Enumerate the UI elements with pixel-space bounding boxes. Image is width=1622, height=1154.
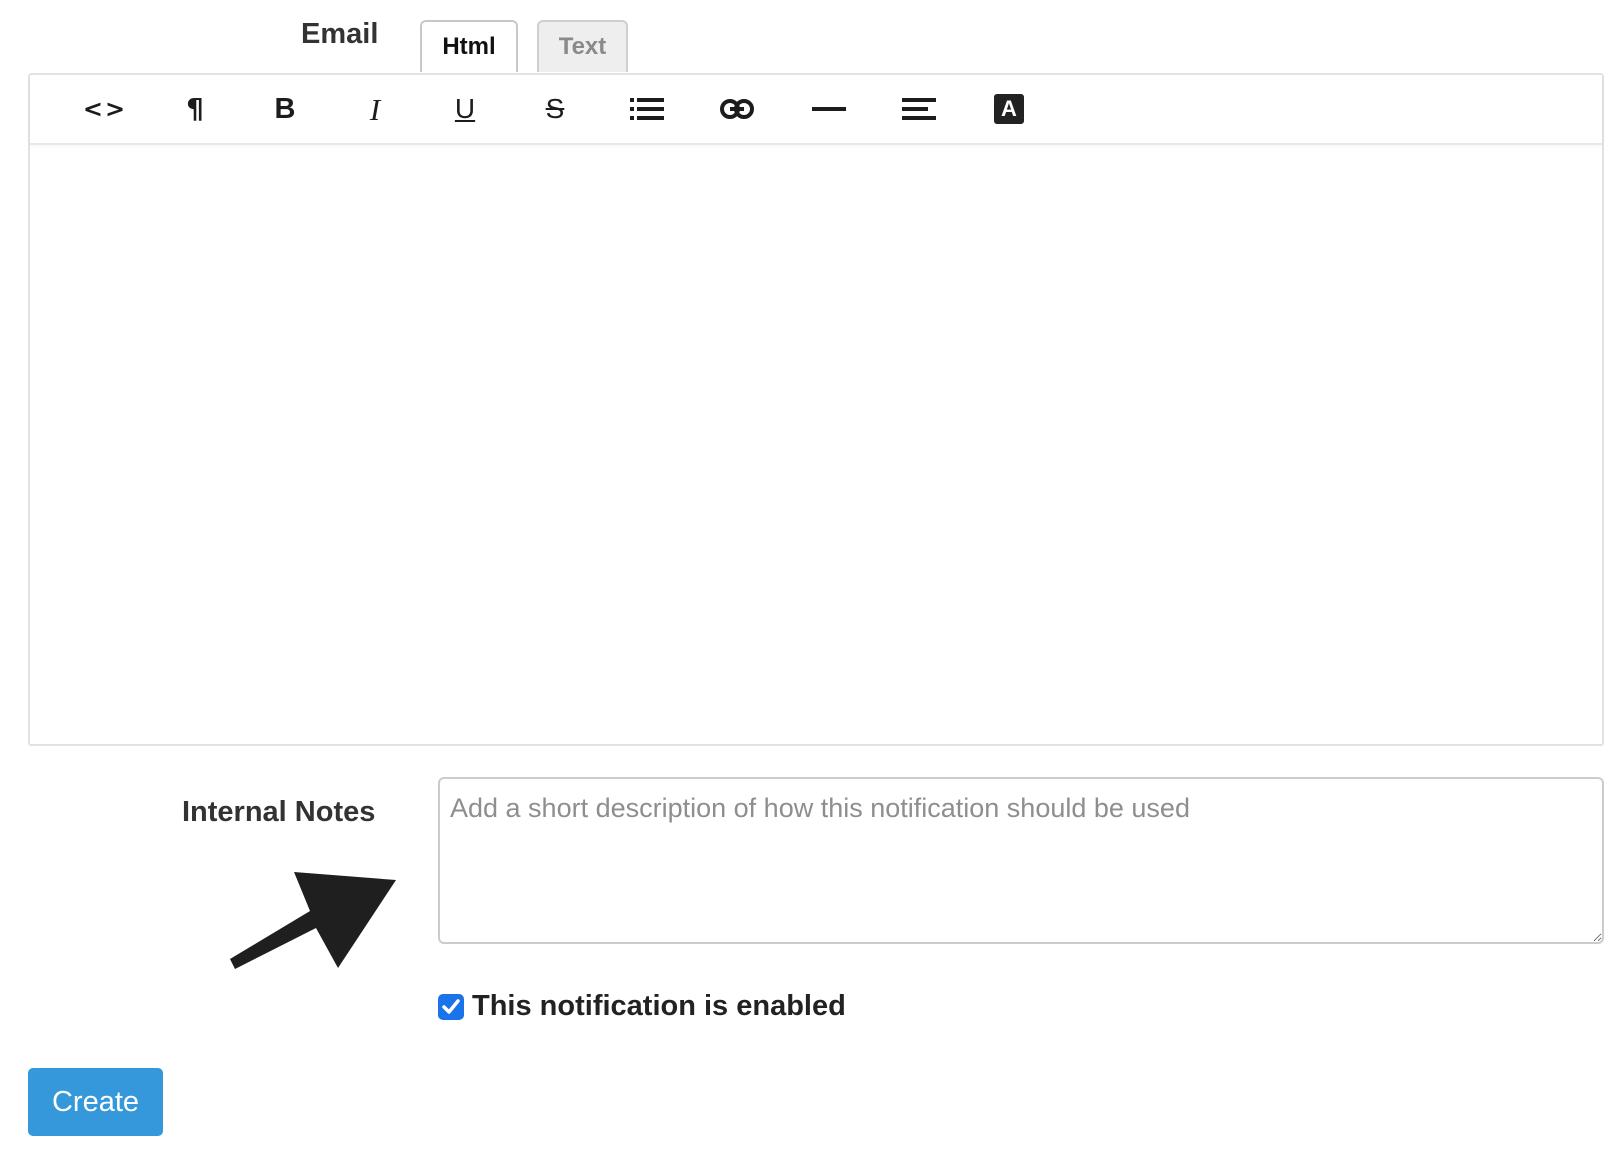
horizontal-rule-button[interactable]: [806, 87, 852, 131]
underline-button[interactable]: U: [442, 87, 488, 131]
arrow-annotation-icon: [230, 872, 396, 969]
internal-notes-label: Internal Notes: [182, 796, 376, 828]
text-color-icon-letter: A: [1001, 96, 1017, 121]
code-view-icon: <>: [82, 95, 128, 123]
enabled-row: This notification is enabled: [438, 990, 846, 1023]
editor-toolbar: <> ¶ B I U S A: [30, 75, 1602, 145]
paragraph-button[interactable]: ¶: [172, 87, 218, 131]
link-button[interactable]: [714, 87, 760, 131]
bold-icon: B: [274, 92, 296, 125]
bulleted-list-icon: [630, 98, 664, 120]
text-color-button[interactable]: A: [986, 87, 1032, 131]
underline-icon: U: [454, 93, 476, 124]
code-view-button[interactable]: <>: [82, 87, 128, 131]
bulleted-list-button[interactable]: [624, 87, 670, 131]
checkmark-icon: [442, 998, 460, 1014]
tab-html-label: Html: [442, 33, 496, 60]
editor-content-area[interactable]: [30, 145, 1602, 744]
align-left-icon: [902, 98, 936, 120]
text-color-icon: A: [994, 94, 1024, 124]
tab-html[interactable]: Html: [420, 20, 518, 72]
link-icon: [720, 99, 754, 119]
html-editor: <> ¶ B I U S A: [28, 73, 1604, 746]
italic-icon: I: [369, 91, 381, 127]
enabled-label[interactable]: This notification is enabled: [472, 990, 846, 1023]
strikethrough-icon: S: [545, 93, 565, 124]
email-label: Email: [301, 18, 379, 50]
italic-button[interactable]: I: [352, 87, 398, 131]
enabled-checkbox[interactable]: [438, 993, 464, 1020]
align-left-button[interactable]: [896, 87, 942, 131]
internal-notes-textarea[interactable]: [438, 777, 1604, 944]
bold-button[interactable]: B: [262, 87, 308, 131]
tab-text[interactable]: Text: [537, 20, 628, 72]
horizontal-rule-icon: [812, 107, 846, 111]
paragraph-icon: ¶: [186, 92, 204, 125]
strikethrough-button[interactable]: S: [532, 87, 578, 131]
tab-text-label: Text: [558, 33, 607, 60]
create-button[interactable]: Create: [28, 1068, 163, 1136]
